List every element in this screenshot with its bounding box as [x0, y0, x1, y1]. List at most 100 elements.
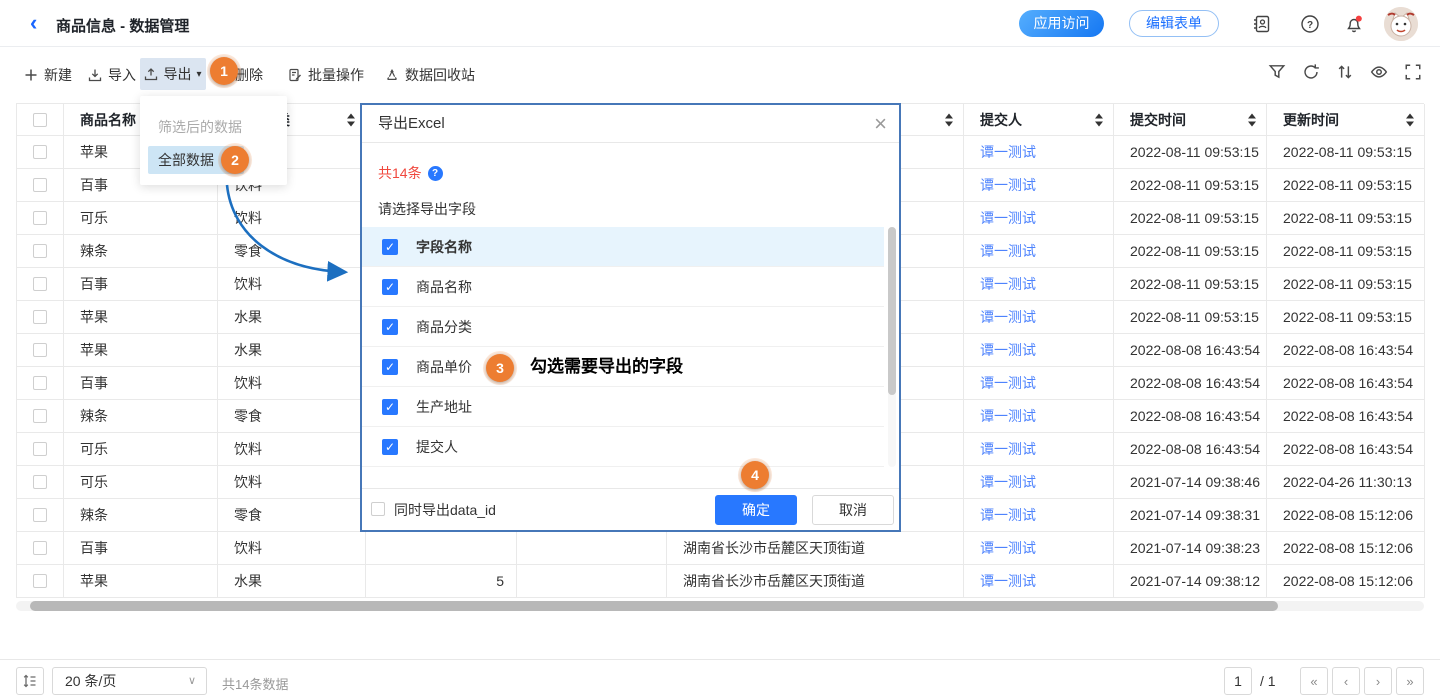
help-circle-icon[interactable]: ? — [428, 166, 443, 181]
submitter-link[interactable]: 谭一测试 — [980, 340, 1036, 360]
column-header-submittime[interactable]: 提交时间 — [1114, 104, 1267, 136]
submitter-link[interactable]: 谭一测试 — [980, 307, 1036, 327]
cell-address: 湖南省长沙市岳麓区天顶街道 — [667, 532, 964, 565]
eye-icon[interactable] — [1370, 63, 1388, 81]
import-button[interactable]: 导入 — [88, 63, 136, 87]
horizontal-scrollbar-thumb[interactable] — [30, 601, 1278, 611]
page-number-input[interactable] — [1224, 667, 1252, 695]
chevron-down-icon: ∨ — [188, 668, 196, 694]
next-page-button[interactable]: › — [1364, 667, 1392, 695]
sort-icon-toolbar[interactable] — [1336, 63, 1354, 81]
submitter-link[interactable]: 谭一测试 — [980, 472, 1036, 492]
row-checkbox[interactable] — [33, 376, 47, 390]
plus-icon — [24, 68, 38, 82]
cell-submittime: 2022-08-11 09:53:15 — [1114, 235, 1267, 268]
submitter-link[interactable]: 谭一测试 — [980, 439, 1036, 459]
close-icon[interactable]: × — [874, 111, 887, 137]
field-checkbox[interactable]: ✓ — [382, 279, 398, 295]
notification-bell-icon[interactable] — [1344, 14, 1364, 34]
field-label: 商品单价 — [416, 357, 472, 377]
sort-down-arrow — [1406, 121, 1414, 126]
page-title: 商品信息 - 数据管理 — [56, 15, 189, 36]
cell-check — [17, 235, 64, 268]
row-checkbox[interactable] — [33, 178, 47, 192]
prev-page-button[interactable]: ‹ — [1332, 667, 1360, 695]
select-all-checkbox[interactable] — [33, 113, 47, 127]
fullscreen-icon[interactable] — [1404, 63, 1422, 81]
help-icon[interactable]: ? — [1300, 14, 1320, 34]
submitter-link[interactable]: 谭一测试 — [980, 538, 1036, 558]
new-button[interactable]: 新建 — [24, 63, 72, 87]
cell-check — [17, 565, 64, 598]
confirm-button[interactable]: 确定 — [715, 495, 797, 525]
row-checkbox[interactable] — [33, 211, 47, 225]
row-checkbox[interactable] — [33, 409, 47, 423]
row-checkbox[interactable] — [33, 508, 47, 522]
back-icon[interactable]: ‹ — [30, 11, 37, 35]
menu-item-filtered-data[interactable]: 筛选后的数据 — [158, 117, 242, 137]
field-label: 字段名称 — [416, 237, 472, 257]
row-checkbox[interactable] — [33, 541, 47, 555]
page-size-select[interactable]: 20 条/页 ∨ — [52, 667, 207, 695]
export-field-row[interactable]: ✓ 字段名称 — [362, 227, 884, 267]
column-sort-icon[interactable] — [945, 113, 954, 126]
address-book-icon[interactable] — [1252, 14, 1272, 34]
submitter-link[interactable]: 谭一测试 — [980, 373, 1036, 393]
submitter-link[interactable]: 谭一测试 — [980, 505, 1036, 525]
last-page-button[interactable]: » — [1396, 667, 1424, 695]
column-header-submitter[interactable]: 提交人 — [964, 104, 1114, 136]
cell-check — [17, 202, 64, 235]
cell-name: 百事 — [64, 268, 218, 301]
batch-operations-button[interactable]: 批量操作 — [288, 63, 364, 87]
export-data-id-checkbox[interactable] — [371, 502, 385, 516]
cell-blank — [517, 532, 667, 565]
submitter-link[interactable]: 谭一测试 — [980, 571, 1036, 591]
first-page-button[interactable]: « — [1300, 667, 1328, 695]
filter-icon[interactable] — [1268, 63, 1286, 81]
column-sort-icon[interactable] — [347, 113, 356, 126]
row-checkbox[interactable] — [33, 475, 47, 489]
submitter-link[interactable]: 谭一测试 — [980, 406, 1036, 426]
row-checkbox[interactable] — [33, 343, 47, 357]
user-avatar[interactable] — [1384, 7, 1418, 41]
edit-form-button[interactable]: 编辑表单 — [1129, 10, 1219, 37]
page-total-text: / 1 — [1260, 673, 1276, 689]
column-header-updatetime[interactable]: 更新时间 — [1267, 104, 1425, 136]
dialog-scrollbar-thumb[interactable] — [888, 227, 896, 395]
export-field-row[interactable]: ✓提交人 — [362, 427, 884, 467]
field-checkbox[interactable]: ✓ — [382, 239, 398, 255]
submitter-link[interactable]: 谭一测试 — [980, 241, 1036, 261]
export-field-row[interactable]: ✓生产地址 — [362, 387, 884, 427]
row-checkbox[interactable] — [33, 442, 47, 456]
cell-submitter: 谭一测试 — [964, 565, 1114, 598]
cell-updatetime: 2022-08-08 16:43:54 — [1267, 367, 1425, 400]
row-checkbox[interactable] — [33, 277, 47, 291]
export-button[interactable]: 导出 ▾ — [140, 58, 206, 90]
refresh-icon[interactable] — [1302, 63, 1320, 81]
field-checkbox[interactable]: ✓ — [382, 319, 398, 335]
row-checkbox[interactable] — [33, 310, 47, 324]
column-sort-icon[interactable] — [1248, 113, 1257, 126]
export-field-row[interactable]: ✓商品名称 — [362, 267, 884, 307]
field-checkbox[interactable]: ✓ — [382, 359, 398, 375]
row-checkbox[interactable] — [33, 574, 47, 588]
cell-check — [17, 334, 64, 367]
submitter-link[interactable]: 谭一测试 — [980, 208, 1036, 228]
row-height-button[interactable] — [16, 667, 44, 695]
cell-blank — [517, 565, 667, 598]
app-access-button[interactable]: 应用访问 — [1019, 10, 1104, 37]
cell-submitter: 谭一测试 — [964, 532, 1114, 565]
row-checkbox[interactable] — [33, 145, 47, 159]
column-sort-icon[interactable] — [1095, 113, 1104, 126]
cancel-button[interactable]: 取消 — [812, 495, 894, 525]
field-checkbox[interactable]: ✓ — [382, 439, 398, 455]
field-checkbox[interactable]: ✓ — [382, 399, 398, 415]
total-records-text: 共14条数据 — [222, 674, 288, 693]
column-sort-icon[interactable] — [1406, 113, 1415, 126]
export-field-row[interactable]: ✓商品分类 — [362, 307, 884, 347]
submitter-link[interactable]: 谭一测试 — [980, 142, 1036, 162]
row-checkbox[interactable] — [33, 244, 47, 258]
submitter-link[interactable]: 谭一测试 — [980, 175, 1036, 195]
recycle-bin-button[interactable]: 数据回收站 — [385, 63, 475, 87]
submitter-link[interactable]: 谭一测试 — [980, 274, 1036, 294]
